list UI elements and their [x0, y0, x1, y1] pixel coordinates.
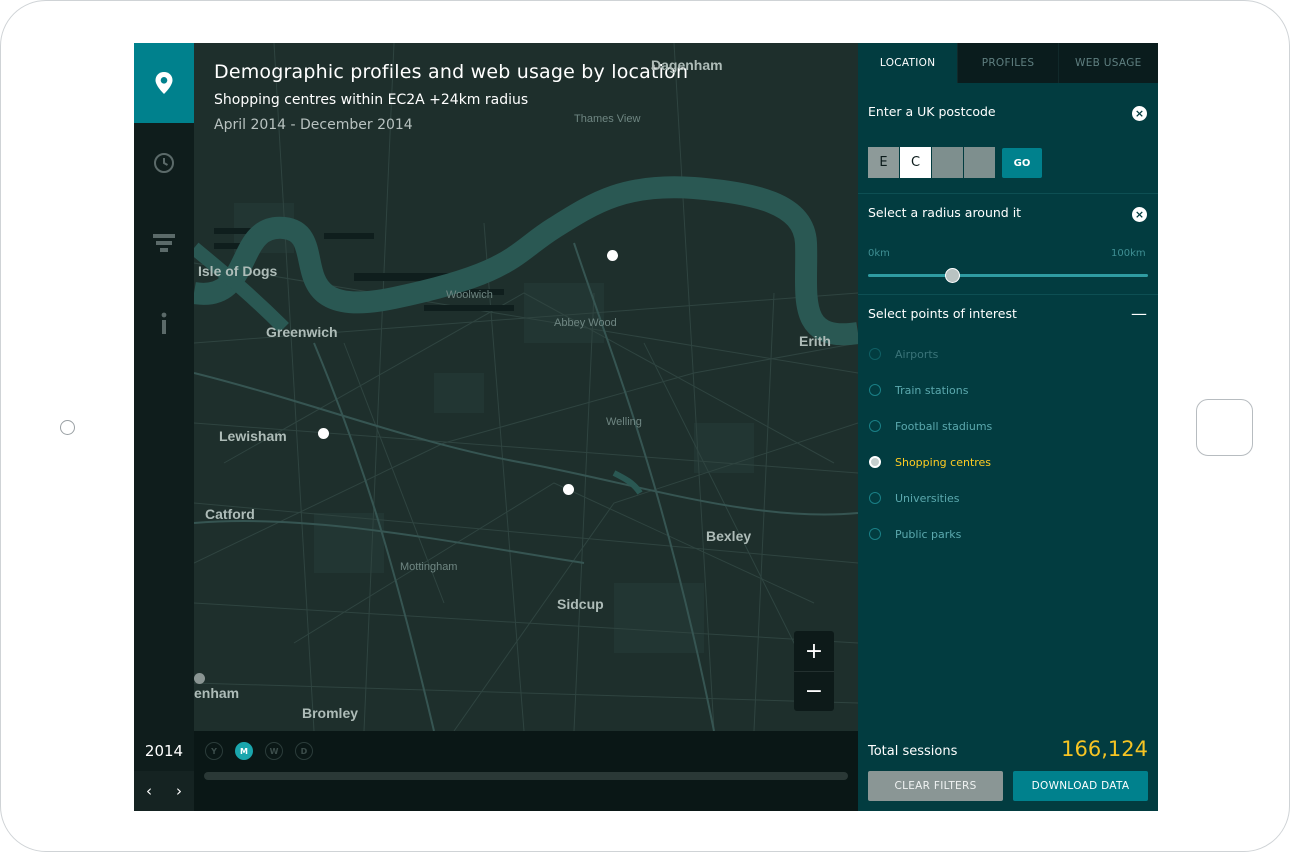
poi-option-label: Football stadiums [895, 419, 993, 433]
map-marker[interactable] [563, 484, 574, 495]
tablet-frame: Demographic profiles and web usage by lo… [0, 0, 1290, 852]
radius-max-label: 100km [1111, 248, 1146, 259]
place-label: Bexley [706, 528, 752, 544]
map-date-range: April 2014 - December 2014 [214, 117, 413, 133]
radio-button[interactable] [869, 528, 881, 540]
clock-icon [154, 153, 174, 173]
poi-option-label: Public parks [895, 527, 962, 541]
poi-option[interactable]: Football stadiums [869, 418, 992, 434]
place-label: Isle of Dogs [198, 263, 278, 279]
place-label: Sidcup [557, 596, 604, 612]
place-label: Woolwich [446, 289, 493, 301]
radius-slider-handle[interactable] [944, 268, 960, 283]
map-subtitle: Shopping centres within EC2A +24km radiu… [214, 92, 529, 108]
sidebar-item-info[interactable] [134, 283, 194, 363]
tab-web-usage[interactable]: WEB USAGE [1059, 43, 1158, 83]
radius-min-label: 0km [868, 248, 890, 259]
granularity-month[interactable]: M [235, 742, 253, 760]
timeline-year: 2014 [134, 731, 194, 771]
poi-option-label: Shopping centres [895, 455, 992, 469]
filter-icon [153, 234, 175, 252]
granularity-week[interactable]: W [265, 742, 283, 760]
radius-slider[interactable] [868, 268, 1148, 283]
timeline-bar: 2014 ‹ › Y M W D [134, 731, 858, 811]
timeline-track[interactable] [204, 772, 848, 780]
postcode-char-3[interactable] [932, 147, 963, 178]
map-marker[interactable] [607, 250, 618, 261]
poi-option[interactable]: Shopping centres [869, 454, 991, 470]
place-label: Lewisham [219, 428, 287, 444]
radio-button[interactable] [869, 456, 881, 468]
close-icon[interactable]: × [1132, 106, 1147, 121]
radio-button[interactable] [869, 420, 881, 432]
chevron-left-icon: ‹ [146, 782, 152, 800]
postcode-char-1[interactable]: E [868, 147, 899, 178]
zoom-control: + − [794, 631, 834, 711]
clear-filters-button[interactable]: CLEAR FILTERS [868, 771, 1003, 801]
place-label: Mottingham [400, 561, 458, 573]
tab-location[interactable]: LOCATION [858, 43, 959, 83]
place-label: Erith [799, 333, 831, 349]
map-view[interactable]: Demographic profiles and web usage by lo… [194, 43, 858, 731]
next-year-button[interactable]: › [164, 771, 194, 811]
granularity-day[interactable]: D [295, 742, 313, 760]
poi-title: Select points of interest [868, 306, 1017, 321]
radius-title: Select a radius around it [868, 205, 1022, 220]
location-pin-icon [155, 72, 173, 94]
sidebar-item-filter[interactable] [134, 203, 194, 283]
place-label: Welling [606, 416, 642, 428]
poi-option[interactable]: Train stations [869, 382, 968, 398]
sidebar-rail [134, 43, 194, 731]
home-button[interactable] [1196, 399, 1253, 456]
place-label: Greenwich [266, 324, 338, 340]
panel-tabs: LOCATION PROFILES WEB USAGE [858, 43, 1158, 83]
poi-option[interactable]: Public parks [869, 526, 961, 542]
zoom-out-button[interactable]: − [794, 671, 834, 711]
map-basemap [194, 43, 858, 731]
prev-year-button[interactable]: ‹ [134, 771, 164, 811]
total-sessions-label: Total sessions [868, 744, 958, 759]
place-label: Abbey Wood [554, 317, 617, 329]
poi-option[interactable]: Airports [869, 346, 938, 362]
tab-profiles[interactable]: PROFILES [958, 43, 1059, 83]
granularity-year[interactable]: Y [205, 742, 223, 760]
divider [858, 193, 1158, 194]
poi-option-label: Train stations [895, 383, 969, 397]
chevron-right-icon: › [176, 782, 182, 800]
info-icon [161, 312, 167, 334]
place-label: enham [194, 685, 240, 701]
camera-icon [60, 420, 75, 435]
poi-option-label: Universities [895, 491, 960, 505]
postcode-char-2[interactable]: C [900, 147, 931, 178]
postcode-title: Enter a UK postcode [868, 104, 996, 119]
place-label: Thames View [574, 113, 641, 125]
map-marker[interactable] [318, 428, 329, 439]
poi-option[interactable]: Universities [869, 490, 960, 506]
sidebar-item-location[interactable] [134, 43, 194, 123]
poi-option-label: Airports [895, 347, 939, 361]
place-label: Catford [205, 506, 255, 522]
sidebar-item-time[interactable] [134, 123, 194, 203]
download-data-button[interactable]: DOWNLOAD DATA [1013, 771, 1148, 801]
postcode-char-4[interactable] [964, 147, 995, 178]
filter-panel: LOCATION PROFILES WEB USAGE Enter a UK p… [858, 43, 1158, 811]
map-marker[interactable] [194, 673, 205, 684]
minus-icon[interactable]: — [1131, 304, 1147, 323]
map-title: Demographic profiles and web usage by lo… [214, 61, 689, 83]
zoom-in-button[interactable]: + [794, 631, 834, 671]
place-label: Dagenham [651, 57, 723, 73]
place-label: Bromley [302, 705, 359, 721]
divider [858, 294, 1158, 295]
go-button[interactable]: GO [1002, 148, 1042, 178]
total-sessions-value: 166,124 [1061, 737, 1148, 761]
app-screen: Demographic profiles and web usage by lo… [134, 43, 1158, 811]
radio-button[interactable] [869, 492, 881, 504]
radio-button[interactable] [869, 348, 881, 360]
close-icon[interactable]: × [1132, 207, 1147, 222]
radio-button[interactable] [869, 384, 881, 396]
